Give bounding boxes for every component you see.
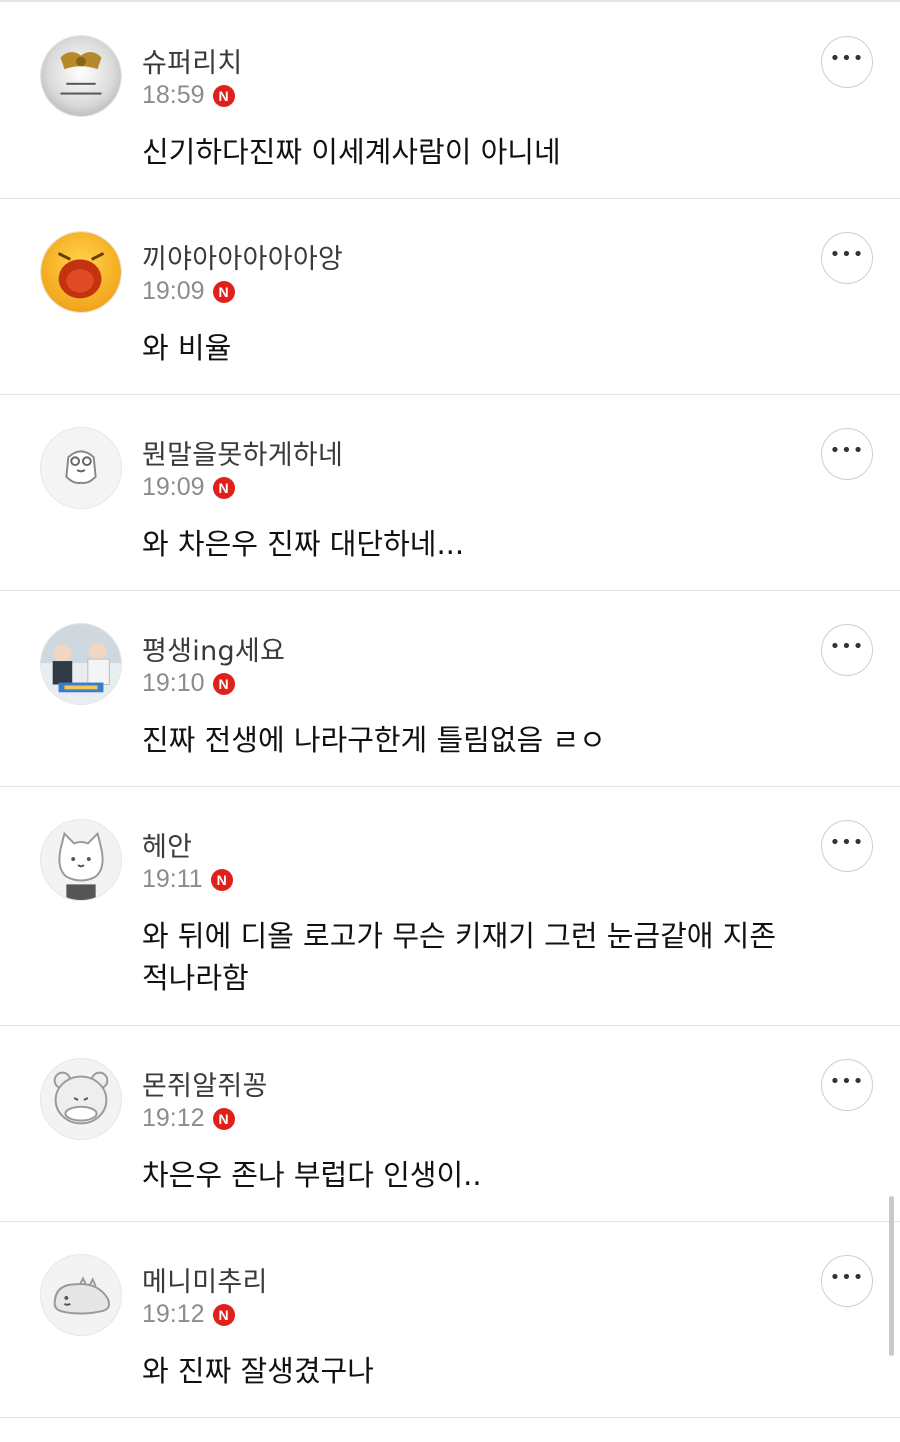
new-badge: N [212, 672, 235, 695]
more-options-button[interactable]: ••• [821, 232, 873, 284]
more-options-button[interactable]: ••• [821, 624, 873, 676]
new-badge: N [212, 476, 235, 499]
avatar-cat-icon[interactable] [40, 819, 122, 901]
comment-meta: 19:09 N [142, 473, 235, 502]
comment-meta: 19:10 N [142, 669, 235, 698]
more-icon: ••• [829, 440, 865, 461]
comment-time: 19:09 [142, 277, 205, 305]
more-icon: ••• [829, 1267, 865, 1288]
new-badge: N [212, 280, 235, 303]
comment-item: 몬쥐알쥐꽁 19:12 N 차은우 존나 부럽다 인생이.. ••• [0, 1026, 900, 1222]
comment-text: 신기하다진짜 이세계사람이 아니네 [142, 135, 561, 169]
comment-time: 19:12 [142, 1300, 205, 1328]
more-icon: ••• [829, 1071, 865, 1092]
comment-item: 메니미추리 19:12 N 와 진짜 잘생겼구나 ••• [0, 1222, 900, 1418]
avatar-dino-icon[interactable] [40, 1254, 122, 1336]
avatar-screaming-emoji-icon[interactable] [40, 231, 122, 313]
comment-time: 19:09 [142, 473, 205, 501]
comment-username[interactable]: 끼야아아아아아앙 [142, 237, 343, 276]
comment-text: 와 진짜 잘생겼구나 [142, 1354, 374, 1388]
comment-username[interactable]: 슈퍼리치 [142, 41, 243, 80]
comment-username[interactable]: 헤안 [142, 825, 192, 864]
comment-list: 슈퍼리치 18:59 N 신기하다진짜 이세계사람이 아니네 ••• 끼야아아아… [0, 3, 900, 1418]
comment-time: 19:12 [142, 1104, 205, 1132]
avatar-character-icon[interactable] [40, 427, 122, 509]
comment-item: 평생ing세요 19:10 N 진짜 전생에 나라구한게 틀림없음 ㄹㅇ ••• [0, 591, 900, 787]
comment-time: 18:59 [142, 81, 205, 109]
comment-item: 헤안 19:11 N 와 뒤에 디올 로고가 무슨 키재기 그런 눈금같애 지존… [0, 787, 900, 1026]
new-badge: N [212, 1107, 235, 1130]
more-icon: ••• [829, 636, 865, 657]
more-icon: ••• [829, 832, 865, 853]
comment-text: 차은우 존나 부럽다 인생이.. [142, 1158, 482, 1192]
new-badge: N [212, 84, 235, 107]
comment-item: 슈퍼리치 18:59 N 신기하다진짜 이세계사람이 아니네 ••• [0, 3, 900, 199]
more-options-button[interactable]: ••• [821, 820, 873, 872]
avatar-bear-icon[interactable] [40, 1058, 122, 1140]
scrollbar[interactable] [889, 1196, 894, 1356]
more-icon: ••• [829, 244, 865, 265]
comment-meta: 19:12 N [142, 1104, 235, 1133]
comment-text: 와 차은우 진짜 대단하네... [142, 527, 465, 561]
comment-meta: 19:09 N [142, 277, 235, 306]
new-badge: N [212, 1303, 235, 1326]
comment-text: 진짜 전생에 나라구한게 틀림없음 ㄹㅇ [142, 723, 606, 757]
comment-meta: 18:59 N [142, 81, 235, 110]
new-badge: N [210, 868, 233, 891]
more-options-button[interactable]: ••• [821, 1255, 873, 1307]
more-options-button[interactable]: ••• [821, 428, 873, 480]
avatar-photo-icon[interactable] [40, 623, 122, 705]
avatar-seal-icon[interactable] [40, 35, 122, 117]
top-divider [0, 0, 900, 2]
comment-text: 와 뒤에 디올 로고가 무슨 키재기 그런 눈금같애 지존 적나라함 [142, 919, 777, 995]
comment-username[interactable]: 뭔말을못하게하네 [142, 433, 343, 472]
comment-text: 와 비율 [142, 331, 232, 365]
comment-item: 끼야아아아아아앙 19:09 N 와 비율 ••• [0, 199, 900, 395]
comment-meta: 19:12 N [142, 1300, 235, 1329]
comment-time: 19:11 [142, 865, 203, 893]
comment-time: 19:10 [142, 669, 205, 697]
more-options-button[interactable]: ••• [821, 36, 873, 88]
more-icon: ••• [829, 48, 865, 69]
more-options-button[interactable]: ••• [821, 1059, 873, 1111]
comment-meta: 19:11 N [142, 865, 233, 894]
comment-item: 뭔말을못하게하네 19:09 N 와 차은우 진짜 대단하네... ••• [0, 395, 900, 591]
comment-username[interactable]: 메니미추리 [142, 1260, 268, 1299]
comment-username[interactable]: 몬쥐알쥐꽁 [142, 1064, 268, 1103]
comment-username[interactable]: 평생ing세요 [142, 629, 285, 668]
